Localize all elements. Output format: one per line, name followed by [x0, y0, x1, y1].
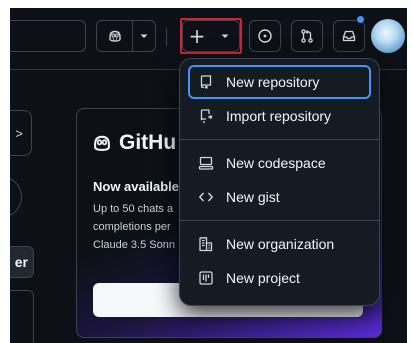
- menu-item-label: New organization: [226, 236, 335, 252]
- menu-divider: [180, 220, 379, 221]
- copilot-menu-button[interactable]: [133, 21, 155, 51]
- avatar[interactable]: [371, 19, 405, 53]
- promo-text-line: Up to 50 chats a: [93, 203, 174, 215]
- promo-title: Now available: [93, 179, 179, 194]
- menu-item-label: New project: [226, 270, 300, 286]
- promo-brand: GitHu: [91, 131, 176, 155]
- copilot-icon: [94, 135, 110, 151]
- promo-text-line: Claude 3.5 Sonn: [93, 239, 175, 251]
- code-icon: [199, 192, 213, 202]
- inbox-button[interactable]: [333, 20, 365, 52]
- project-icon: [199, 271, 213, 285]
- create-new-menu: New repository Import repository New cod…: [179, 58, 380, 306]
- menu-item-label: Import repository: [226, 108, 332, 124]
- promo-text-line: completions per: [93, 221, 171, 233]
- triangle-down-icon: [140, 34, 148, 38]
- promo-brand-text: GitHu: [119, 131, 177, 154]
- menu-item-label: New codespace: [226, 155, 326, 171]
- pull-requests-button[interactable]: [291, 20, 323, 52]
- organization-icon: [199, 237, 213, 252]
- side-round-button[interactable]: [10, 176, 22, 218]
- app-frame: + > er GitHu Now available Up to 50 chat…: [10, 8, 407, 343]
- codespaces-icon: [198, 156, 214, 170]
- menu-divider: [180, 139, 379, 140]
- menu-item-new-organization[interactable]: New organization: [188, 227, 371, 261]
- repo-push-icon: [200, 109, 213, 123]
- copilot-icon: [108, 30, 121, 42]
- menu-item-label: New gist: [226, 189, 280, 205]
- menu-item-new-gist[interactable]: New gist: [188, 180, 371, 214]
- side-panel-toggle[interactable]: >: [10, 110, 32, 156]
- menu-item-new-codespace[interactable]: New codespace: [188, 146, 371, 180]
- create-button-highlight: [180, 18, 242, 54]
- copilot-button[interactable]: [97, 21, 133, 51]
- issues-button[interactable]: [249, 20, 281, 52]
- header-divider: [166, 28, 167, 46]
- menu-item-new-project[interactable]: New project: [188, 261, 371, 295]
- menu-item-label: New repository: [226, 74, 320, 90]
- menu-item-import-repository[interactable]: Import repository: [188, 99, 371, 133]
- search-input[interactable]: [10, 20, 86, 52]
- issue-opened-icon: [258, 29, 272, 43]
- repo-icon: [200, 75, 212, 89]
- side-panel-box: [10, 290, 34, 343]
- inbox-icon: [342, 30, 356, 42]
- side-action-button[interactable]: er: [10, 246, 34, 278]
- git-pull-request-icon: [301, 29, 313, 43]
- notification-indicator: [356, 15, 365, 24]
- menu-item-new-repository[interactable]: New repository: [188, 65, 371, 99]
- side-action-label: er: [14, 254, 28, 270]
- copilot-button-group: [96, 20, 156, 52]
- chevron-right-icon: >: [15, 125, 23, 141]
